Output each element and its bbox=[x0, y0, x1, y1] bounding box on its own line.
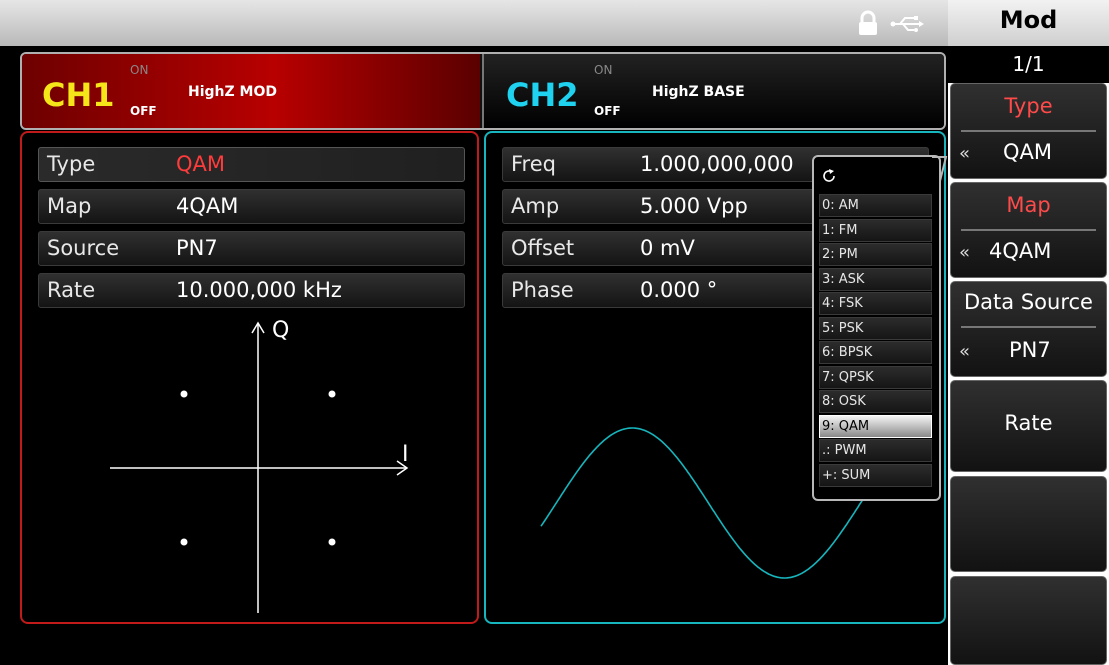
type-popup-list: 0: AM 1: FM 2: PM 3: ASK 4: FSK 5: PSK 6: BPSK… bbox=[812, 155, 941, 501]
constellation-point bbox=[180, 390, 188, 398]
softkey-label: Data Source bbox=[964, 290, 1093, 314]
ch2-on-label: ON bbox=[594, 63, 613, 77]
param-label: Source bbox=[47, 236, 120, 260]
status-bar bbox=[0, 0, 948, 46]
ch1-tab[interactable]: CH1 ON OFF HighZ MOD bbox=[22, 54, 480, 128]
softkey-label: Rate bbox=[1004, 411, 1053, 435]
param-row-source[interactable]: Source PN7 bbox=[38, 231, 465, 266]
param-label: Phase bbox=[511, 278, 574, 302]
softkey-map[interactable]: Map « 4QAM bbox=[950, 182, 1107, 278]
type-option[interactable]: .: PWM bbox=[819, 439, 932, 462]
type-option[interactable]: 3: ASK bbox=[819, 267, 932, 291]
ch1-name: CH1 bbox=[42, 76, 115, 114]
softkey-menu: Mod 1/1 Type « QAM Map « 4QAM Data Sourc… bbox=[948, 0, 1109, 665]
softkey-value: QAM bbox=[1003, 140, 1053, 164]
softkey-type[interactable]: Type « QAM bbox=[950, 83, 1107, 179]
i-axis-label: I bbox=[402, 442, 409, 467]
menu-page-box: 1/1 bbox=[948, 46, 1109, 83]
constellation-point bbox=[328, 538, 336, 546]
param-value: QAM bbox=[176, 152, 226, 176]
usb-icon bbox=[890, 16, 924, 32]
param-label: Map bbox=[47, 194, 92, 218]
param-value: 0.000 ° bbox=[640, 278, 718, 302]
type-option[interactable]: 4: FSK bbox=[819, 292, 932, 315]
type-option[interactable]: 9: QAM bbox=[819, 414, 932, 438]
softkey-divider bbox=[961, 130, 1096, 132]
param-value: PN7 bbox=[176, 236, 218, 260]
constellation-point bbox=[180, 538, 188, 546]
softkey-label: Type bbox=[1004, 94, 1053, 118]
param-label: Offset bbox=[511, 236, 575, 260]
softkey-rate[interactable]: Rate bbox=[950, 380, 1107, 472]
menu-title-bar: Mod bbox=[948, 0, 1109, 46]
param-label: Freq bbox=[511, 152, 556, 176]
softkey-label: Map bbox=[1006, 193, 1051, 217]
ch2-status: HighZ BASE bbox=[652, 84, 745, 100]
type-option[interactable]: 7: QPSK bbox=[819, 365, 932, 389]
cycle-arrow-icon: « bbox=[959, 341, 971, 362]
softkey-blank-6[interactable] bbox=[950, 576, 1107, 665]
ch1-status: HighZ MOD bbox=[188, 84, 277, 100]
type-option[interactable]: 0: AM bbox=[819, 194, 932, 217]
menu-title: Mod bbox=[999, 6, 1058, 34]
param-label: Rate bbox=[47, 278, 96, 302]
cycle-arrow-icon: « bbox=[959, 242, 971, 263]
lock-icon bbox=[859, 10, 877, 35]
type-option[interactable]: 2: PM bbox=[819, 243, 932, 266]
param-value: 10.000,000 kHz bbox=[176, 278, 342, 302]
ch2-tab[interactable]: CH2 ON OFF HighZ BASE bbox=[482, 54, 944, 128]
ch1-on-label: ON bbox=[130, 63, 149, 77]
param-value: 0 mV bbox=[640, 236, 695, 260]
q-axis-label: Q bbox=[272, 318, 289, 343]
softkey-divider bbox=[961, 229, 1096, 231]
type-option[interactable]: +: SUM bbox=[819, 463, 932, 487]
param-label: Amp bbox=[511, 194, 560, 218]
param-value: 1.000,000,000 bbox=[640, 152, 794, 176]
param-row-type[interactable]: Type QAM bbox=[38, 147, 465, 182]
constellation-plot: Q I bbox=[110, 318, 409, 613]
cycle-arrow-icon: « bbox=[959, 143, 971, 164]
constellation-point bbox=[328, 390, 336, 398]
param-value: 4QAM bbox=[176, 194, 239, 218]
type-option[interactable]: 8: OSK bbox=[819, 390, 932, 413]
channel-bar: CH1 ON OFF HighZ MOD CH2 ON OFF HighZ BA… bbox=[20, 52, 946, 130]
param-value: 5.000 Vpp bbox=[640, 194, 748, 218]
type-option[interactable]: 6: BPSK bbox=[819, 341, 932, 364]
softkey-data-source[interactable]: Data Source « PN7 bbox=[950, 281, 1107, 377]
ch2-off-label: OFF bbox=[594, 104, 621, 118]
refresh-icon bbox=[823, 169, 835, 182]
param-label: Type bbox=[47, 152, 96, 176]
ch1-panel: Type QAM Map 4QAM Source PN7 Rate 10.000… bbox=[20, 131, 479, 624]
softkey-divider bbox=[961, 326, 1096, 328]
softkey-blank-5[interactable] bbox=[950, 476, 1107, 572]
type-option[interactable]: 5: PSK bbox=[819, 316, 932, 340]
param-row-rate[interactable]: Rate 10.000,000 kHz bbox=[38, 273, 465, 308]
ch2-name: CH2 bbox=[506, 76, 579, 114]
menu-page: 1/1 bbox=[1012, 52, 1045, 76]
softkey-value: 4QAM bbox=[989, 239, 1052, 263]
ch1-off-label: OFF bbox=[130, 104, 157, 118]
type-option[interactable]: 1: FM bbox=[819, 218, 932, 242]
param-row-map[interactable]: Map 4QAM bbox=[38, 189, 465, 224]
softkey-value: PN7 bbox=[1009, 338, 1051, 362]
